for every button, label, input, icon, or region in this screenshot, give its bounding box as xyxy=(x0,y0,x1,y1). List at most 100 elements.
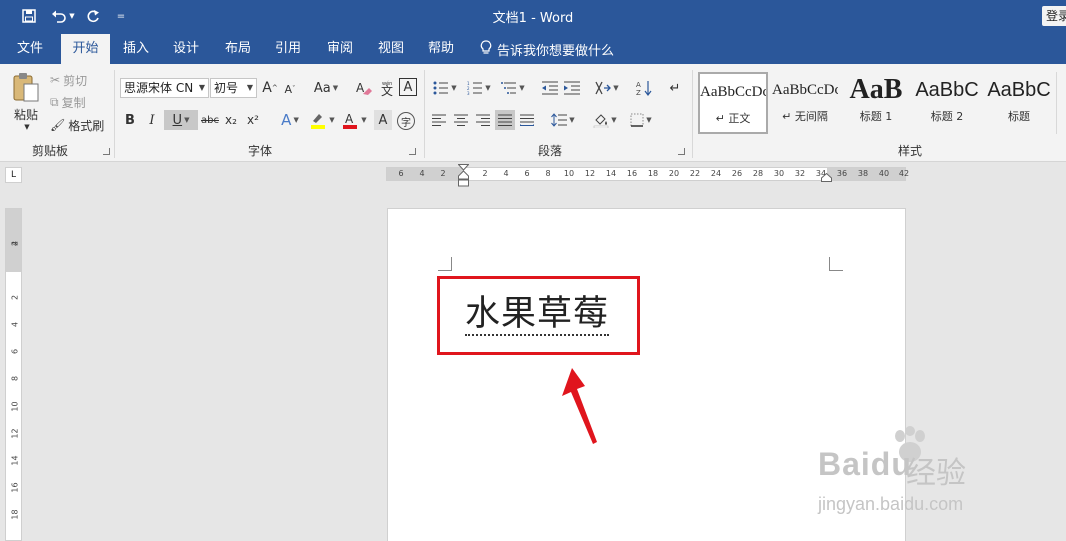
multilevel-list-icon[interactable]: ▼ xyxy=(498,78,528,98)
clipboard-launcher-icon[interactable] xyxy=(103,148,110,155)
sort-icon[interactable]: AZ xyxy=(634,78,654,98)
line-spacing-icon[interactable]: ▼ xyxy=(548,110,578,130)
tell-me-search[interactable]: 告诉我你想要做什么 xyxy=(480,34,614,64)
font-size-select[interactable]: 初号 ▼ xyxy=(210,78,257,98)
font-group-label: 字体 xyxy=(247,144,272,158)
paragraph-launcher-icon[interactable] xyxy=(678,148,685,155)
align-right-icon[interactable] xyxy=(474,110,492,130)
svg-text:A: A xyxy=(345,112,354,126)
enclose-characters-icon[interactable]: 字 xyxy=(397,112,415,130)
character-shading-icon[interactable]: A xyxy=(374,110,392,130)
align-left-icon[interactable] xyxy=(430,110,448,130)
justify-icon[interactable] xyxy=(495,110,515,130)
style-no-spacing[interactable]: AaBbCcDc ↵ 无间隔 xyxy=(772,72,838,134)
svg-text:wén: wén xyxy=(382,80,392,87)
ruler-tick: 4 xyxy=(503,169,509,178)
grow-font-icon[interactable]: A ^ xyxy=(262,78,278,98)
tab-insert[interactable]: 插入 xyxy=(114,34,158,64)
style-title[interactable]: AaBbC 标题 xyxy=(986,72,1052,134)
tab-file[interactable]: 文件 xyxy=(8,34,52,64)
ruler-tick: 4 xyxy=(419,169,425,178)
divider xyxy=(692,70,693,158)
ruler-tick: 2 xyxy=(440,169,446,178)
scissors-icon: ✂ xyxy=(50,73,61,87)
window-title: 文档1 - Word xyxy=(492,11,574,26)
borders-icon[interactable]: ▼ xyxy=(626,110,656,130)
chinese-layout-icon[interactable]: ▼ xyxy=(592,78,622,98)
shading-icon[interactable]: ▼ xyxy=(590,110,620,130)
ribbon-tabs: 文件 开始 插入 设计 布局 引用 审阅 视图 帮助 告诉我你想要做什么 xyxy=(0,34,1066,64)
ruler-tick: 16 xyxy=(626,169,638,178)
distributed-icon[interactable] xyxy=(518,110,536,130)
ruler-tick: 4 xyxy=(10,321,20,328)
highlight-color-button[interactable]: ▼ xyxy=(308,110,336,130)
ruler-tick: 2 xyxy=(482,169,488,178)
align-center-icon[interactable] xyxy=(452,110,470,130)
tab-layout[interactable]: 布局 xyxy=(216,34,260,64)
style-heading-1[interactable]: AaB 标题 1 xyxy=(842,72,910,134)
superscript-button[interactable]: x² xyxy=(244,110,262,130)
font-launcher-icon[interactable] xyxy=(409,148,416,155)
character-border-icon[interactable]: A xyxy=(399,78,417,96)
tab-view[interactable]: 视图 xyxy=(369,34,413,64)
bullets-icon[interactable]: ▼ xyxy=(430,78,460,98)
ruler-tick: 30 xyxy=(773,169,785,178)
underline-button[interactable]: U ▼ xyxy=(164,110,198,130)
styles-group-label: 样式 xyxy=(897,144,922,158)
tab-references[interactable]: 引用 xyxy=(266,34,310,64)
ruler-tick: 24 xyxy=(710,169,722,178)
ruler-tick: 2 xyxy=(10,240,20,247)
shrink-font-icon[interactable]: Aˇ xyxy=(282,80,298,98)
font-name-select[interactable]: 思源宋体 CN ▼ xyxy=(120,78,209,98)
crop-mark-top-right xyxy=(829,257,843,271)
svg-text:A: A xyxy=(636,81,641,89)
paste-dropdown-icon[interactable]: ▼ xyxy=(22,122,32,132)
baidu-watermark: Baidu 经验 jingyan.baidu.com xyxy=(818,426,1018,521)
show-marks-icon[interactable]: ↵ xyxy=(666,78,684,98)
ruler-tick: 12 xyxy=(10,428,20,439)
phonetic-guide-icon[interactable]: 文 wén xyxy=(377,78,397,98)
tab-help[interactable]: 帮助 xyxy=(419,34,463,64)
right-indent-marker-icon[interactable] xyxy=(821,173,832,182)
bold-button[interactable]: B xyxy=(122,110,138,130)
ruler-tick: 6 xyxy=(398,169,404,178)
cut-button[interactable]: ✂ 剪切 xyxy=(50,72,87,88)
numbering-icon[interactable]: 1 2 3 ▼ xyxy=(464,78,494,98)
style-heading-2[interactable]: AaBbC 标题 2 xyxy=(914,72,980,134)
subscript-button[interactable]: x₂ xyxy=(222,110,240,130)
decrease-indent-icon[interactable] xyxy=(540,78,560,98)
styles-gallery-scrollbar[interactable] xyxy=(1056,72,1057,134)
brush-icon: 🖌 xyxy=(50,118,66,132)
title-bar: ▼ = 文档1 - Word 登录 xyxy=(0,0,1066,34)
change-case-button[interactable]: Aa ▼ xyxy=(312,78,340,98)
indent-markers-icon[interactable] xyxy=(458,164,469,188)
increase-indent-icon[interactable] xyxy=(562,78,582,98)
paste-button[interactable]: 粘贴 xyxy=(10,106,42,122)
font-color-button[interactable]: A ▼ xyxy=(340,110,368,130)
ruler-tick: 8 xyxy=(10,375,20,382)
lightbulb-icon xyxy=(480,39,492,59)
text-effects-button[interactable]: A ▼ xyxy=(276,110,304,130)
copy-button[interactable]: ⧉ 复制 xyxy=(50,94,86,110)
watermark-jingyan: 经验 xyxy=(906,456,966,491)
ruler-tick: 20 xyxy=(668,169,680,178)
tab-design[interactable]: 设计 xyxy=(164,34,208,64)
format-painter-button[interactable]: 🖌 格式刷 xyxy=(50,117,104,133)
ruler-tick: 40 xyxy=(878,169,890,178)
vertical-ruler[interactable]: 4 2 2 4 6 8 10 12 14 16 18 xyxy=(5,208,22,541)
login-button[interactable]: 登录 xyxy=(1042,6,1066,26)
annotation-arrow-icon xyxy=(562,368,597,444)
ruler-tick: 18 xyxy=(647,169,659,178)
tab-home[interactable]: 开始 xyxy=(61,34,110,64)
tab-review[interactable]: 审阅 xyxy=(318,34,362,64)
style-normal[interactable]: AaBbCcDc ↵ 正文 xyxy=(698,72,768,134)
ruler-tick: 18 xyxy=(10,509,20,520)
tab-selector-icon[interactable]: L xyxy=(5,167,22,183)
horizontal-ruler[interactable]: 6 4 2 2 4 6 8 10 12 14 16 18 20 22 24 26… xyxy=(386,164,909,187)
clear-formatting-icon[interactable]: A xyxy=(354,78,374,98)
tell-me-text: 告诉我你想要做什么 xyxy=(497,43,615,59)
paste-icon[interactable] xyxy=(10,70,42,104)
italic-button[interactable]: I xyxy=(144,110,160,130)
strikethrough-button[interactable]: abc xyxy=(200,110,220,130)
ruler-tick: 14 xyxy=(10,455,20,466)
